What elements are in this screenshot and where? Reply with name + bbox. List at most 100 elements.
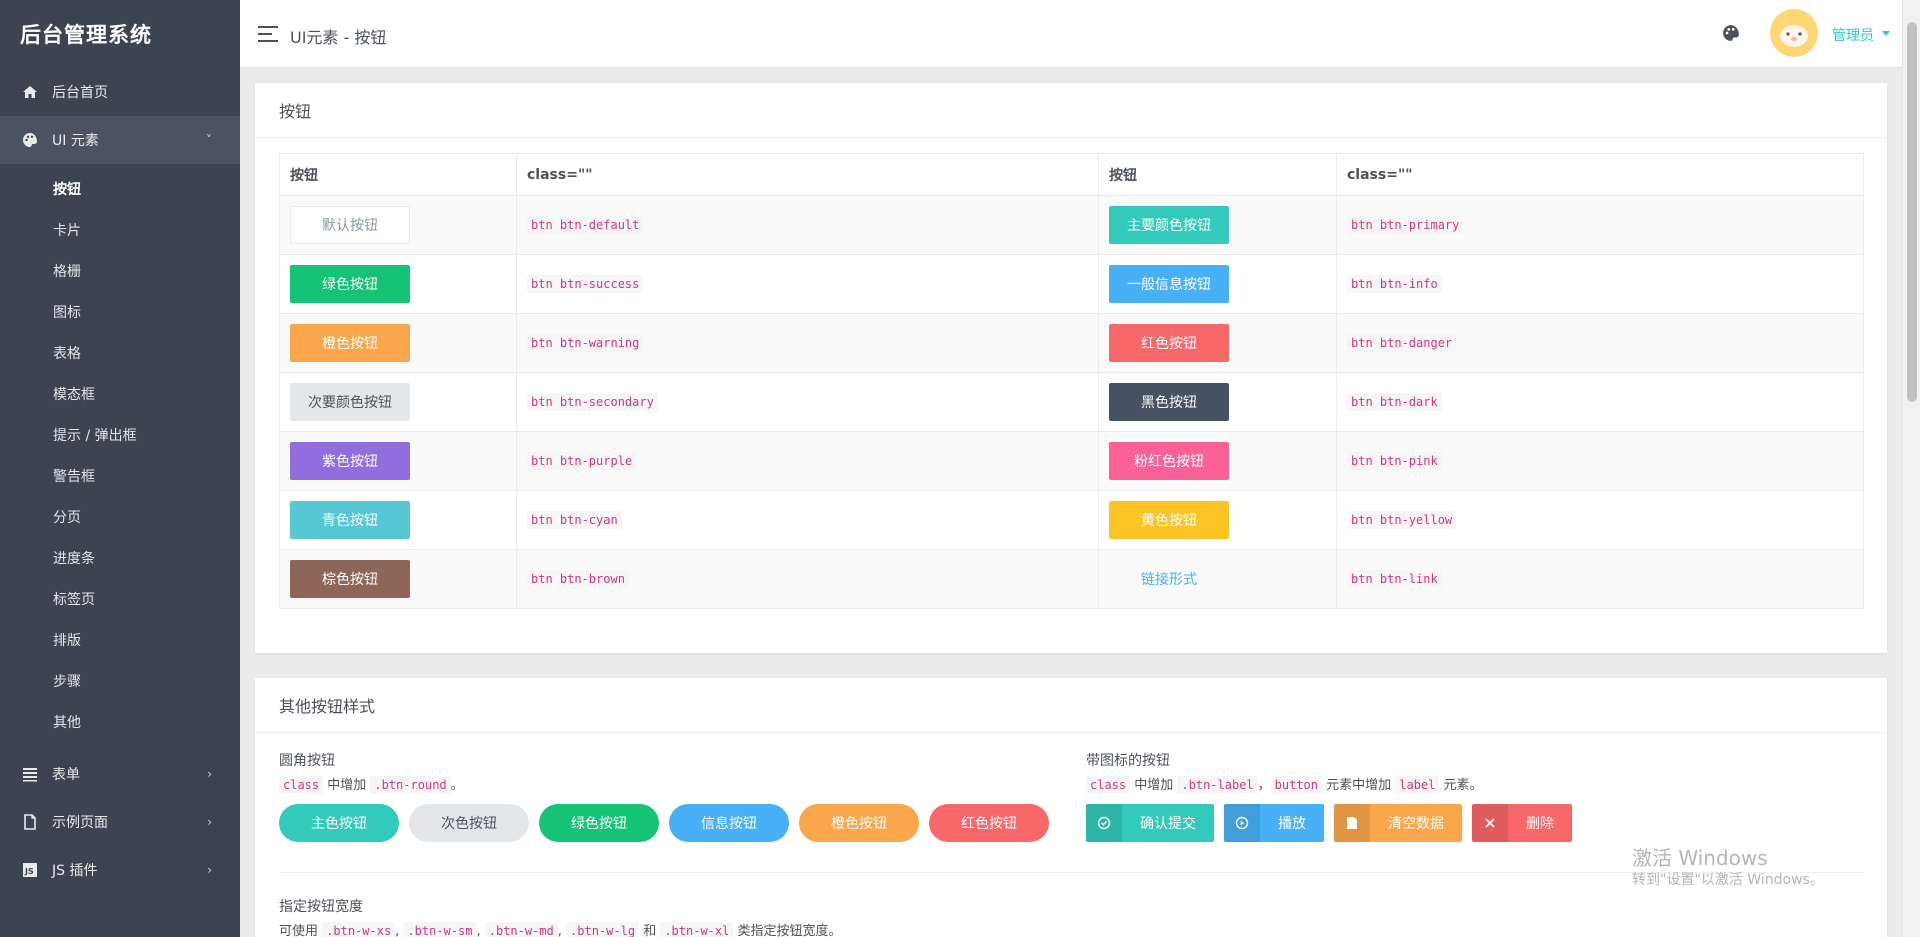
nav-item-label: 示例页面 bbox=[52, 815, 108, 831]
class-code: btn btn-cyan bbox=[527, 511, 622, 529]
dark-button[interactable]: 黑色按钮 bbox=[1109, 383, 1229, 421]
inline-code: .btn-w-md bbox=[484, 922, 558, 937]
svg-text:JS: JS bbox=[24, 867, 34, 876]
table-row: 次要颜色按钮 btn btn-secondary 黑色按钮 btn btn-da… bbox=[279, 372, 1864, 432]
table-row: 棕色按钮 btn btn-brown 链接形式 btn btn-link bbox=[279, 549, 1864, 609]
class-code: btn btn-purple bbox=[527, 452, 637, 470]
table-row: 默认按钮 btn btn-default 主要颜色按钮 btn btn-prim… bbox=[279, 195, 1864, 255]
nav-item-home[interactable]: 后台首页 bbox=[0, 68, 240, 116]
success-button[interactable]: 绿色按钮 bbox=[290, 265, 410, 303]
chevron-right-icon: › bbox=[207, 815, 212, 829]
play-button[interactable]: 播放 bbox=[1224, 804, 1324, 842]
inline-code: class bbox=[1086, 776, 1131, 794]
column-header: 按钮 bbox=[1098, 153, 1337, 196]
clear-data-button[interactable]: 清空数据 bbox=[1334, 804, 1462, 842]
brand-title[interactable]: 后台管理系统 bbox=[0, 0, 240, 68]
icon-buttons-row: 确认提交 播放 清空数据 删除 bbox=[1086, 804, 1572, 842]
nav-item-js-plugins[interactable]: JS JS 插件 › bbox=[0, 846, 240, 894]
sidebar-item-progress[interactable]: 进度条 bbox=[0, 537, 240, 578]
nav-item-example-pages[interactable]: 示例页面 › bbox=[0, 798, 240, 846]
desc-text: 类指定按钮宽度。 bbox=[733, 924, 842, 937]
activation-watermark-text: 转到"设置"以激活 Windows。 bbox=[1632, 872, 1824, 888]
class-code: btn btn-secondary bbox=[527, 393, 658, 411]
class-code: btn btn-default bbox=[527, 216, 644, 234]
sidebar-item-buttons[interactable]: 按钮 bbox=[0, 168, 240, 209]
round-info-button[interactable]: 信息按钮 bbox=[669, 804, 789, 842]
class-code: btn btn-danger bbox=[1347, 334, 1457, 352]
sidebar-item-cards[interactable]: 卡片 bbox=[0, 209, 240, 250]
scrollbar-thumb[interactable] bbox=[1907, 22, 1917, 402]
file-icon bbox=[1334, 804, 1370, 842]
round-success-button[interactable]: 绿色按钮 bbox=[539, 804, 659, 842]
column-header: 按钮 bbox=[279, 153, 517, 196]
inline-code: .btn-label bbox=[1177, 776, 1258, 794]
icon-buttons-desc: class 中增加 .btn-label， button 元素中增加 label … bbox=[1086, 774, 1483, 794]
sidebar-item-steps[interactable]: 步骤 bbox=[0, 660, 240, 701]
avatar[interactable] bbox=[1770, 9, 1818, 57]
class-code: btn btn-brown bbox=[527, 570, 629, 588]
inline-code: .btn-round bbox=[370, 776, 451, 794]
table-row: 紫色按钮 btn btn-purple 粉红色按钮 btn btn-pink bbox=[279, 431, 1864, 491]
nav-item-ui-elements[interactable]: UI 元素 ˅ bbox=[0, 116, 240, 164]
button-label: 清空数据 bbox=[1388, 816, 1444, 832]
desc-text: 和 bbox=[639, 924, 661, 937]
sidebar-item-modals[interactable]: 模态框 bbox=[0, 373, 240, 414]
caret-down-icon[interactable] bbox=[1882, 31, 1890, 36]
column-header: class="" bbox=[1336, 153, 1864, 196]
pink-button[interactable]: 粉红色按钮 bbox=[1109, 442, 1229, 480]
desc-text: 元素。 bbox=[1439, 778, 1483, 793]
yellow-button[interactable]: 黄色按钮 bbox=[1109, 501, 1229, 539]
inline-code: class bbox=[279, 776, 324, 794]
column-header: class="" bbox=[516, 153, 1099, 196]
nav-item-forms[interactable]: 表单 › bbox=[0, 750, 240, 798]
button-label: 播放 bbox=[1278, 816, 1306, 832]
desc-text: 。 bbox=[450, 778, 464, 793]
nav-item-label: JS 插件 bbox=[52, 863, 98, 879]
nav-item-label: UI 元素 bbox=[52, 133, 99, 149]
chevron-down-icon: ˅ bbox=[206, 133, 212, 147]
round-secondary-button[interactable]: 次色按钮 bbox=[409, 804, 529, 842]
card-title: 按钮 bbox=[255, 83, 1887, 138]
sidebar-item-typography[interactable]: 排版 bbox=[0, 619, 240, 660]
sidebar-item-tooltips[interactable]: 提示 / 弹出框 bbox=[0, 414, 240, 455]
confirm-submit-button[interactable]: 确认提交 bbox=[1086, 804, 1214, 842]
secondary-button[interactable]: 次要颜色按钮 bbox=[290, 383, 410, 421]
desc-text: 可使用 bbox=[279, 924, 323, 937]
sidebar-item-pagination[interactable]: 分页 bbox=[0, 496, 240, 537]
sidebar-item-icons[interactable]: 图标 bbox=[0, 291, 240, 332]
nav-item-label: 表单 bbox=[52, 767, 80, 783]
table-row: 青色按钮 btn btn-cyan 黄色按钮 btn btn-yellow bbox=[279, 490, 1864, 550]
topbar: UI元素 - 按钮 管理员 bbox=[240, 0, 1920, 68]
purple-button[interactable]: 紫色按钮 bbox=[290, 442, 410, 480]
delete-button[interactable]: 删除 bbox=[1472, 804, 1572, 842]
primary-button[interactable]: 主要颜色按钮 bbox=[1109, 206, 1229, 244]
class-code: btn btn-info bbox=[1347, 275, 1442, 293]
sidebar-item-other[interactable]: 其他 bbox=[0, 701, 240, 742]
class-code: btn btn-yellow bbox=[1347, 511, 1457, 529]
warning-button[interactable]: 橙色按钮 bbox=[290, 324, 410, 362]
danger-button[interactable]: 红色按钮 bbox=[1109, 324, 1229, 362]
desc-text: ， bbox=[1257, 778, 1271, 793]
palette-icon[interactable] bbox=[1722, 24, 1740, 42]
cyan-button[interactable]: 青色按钮 bbox=[290, 501, 410, 539]
default-button[interactable]: 默认按钮 bbox=[290, 206, 410, 244]
sidebar-item-grid[interactable]: 格栅 bbox=[0, 250, 240, 291]
link-button[interactable]: 链接形式 bbox=[1109, 560, 1229, 598]
avatar-face-icon bbox=[1780, 25, 1808, 47]
round-warning-button[interactable]: 橙色按钮 bbox=[799, 804, 919, 842]
sidebar-item-tabs[interactable]: 标签页 bbox=[0, 578, 240, 619]
brown-button[interactable]: 棕色按钮 bbox=[290, 560, 410, 598]
info-button[interactable]: 一般信息按钮 bbox=[1109, 265, 1229, 303]
page-scrollbar[interactable] bbox=[1902, 0, 1920, 937]
round-primary-button[interactable]: 主色按钮 bbox=[279, 804, 399, 842]
user-menu[interactable]: 管理员 bbox=[1832, 25, 1874, 45]
button-label: 删除 bbox=[1526, 816, 1554, 832]
round-danger-button[interactable]: 红色按钮 bbox=[929, 804, 1049, 842]
class-code: btn btn-primary bbox=[1347, 216, 1464, 234]
sidebar-item-tables[interactable]: 表格 bbox=[0, 332, 240, 373]
list-icon bbox=[23, 768, 37, 782]
sidebar-item-alerts[interactable]: 警告框 bbox=[0, 455, 240, 496]
menu-toggle-icon[interactable] bbox=[258, 26, 278, 42]
class-code: btn btn-link bbox=[1347, 570, 1442, 588]
table-row: 绿色按钮 btn btn-success 一般信息按钮 btn btn-info bbox=[279, 254, 1864, 314]
